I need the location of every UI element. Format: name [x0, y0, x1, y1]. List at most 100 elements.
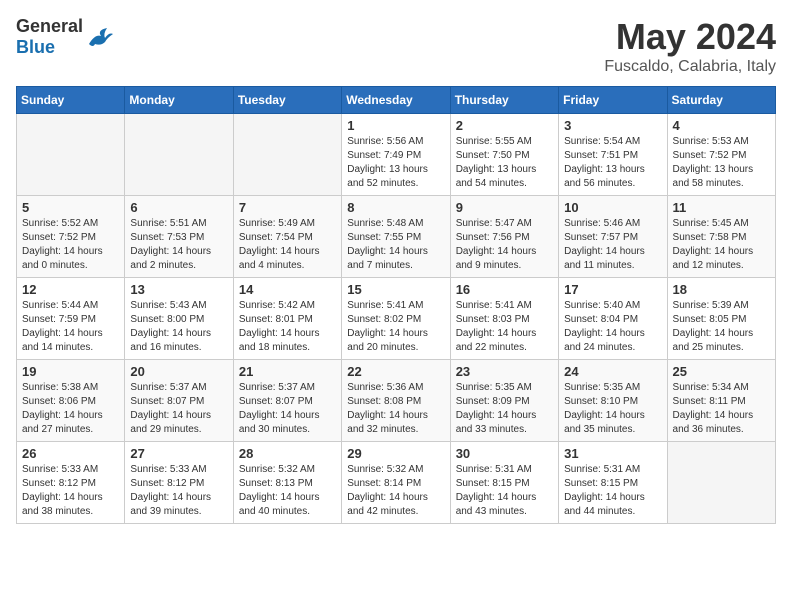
day-info: Sunrise: 5:48 AMSunset: 7:55 PMDaylight:…	[347, 217, 444, 273]
calendar-cell: 18 Sunrise: 5:39 AMSunset: 8:05 PMDayligh…	[667, 278, 775, 360]
day-number: 1	[347, 118, 444, 133]
calendar-week-5: 26Sunrise: 5:33 AMSunset: 8:12 PMDayligh…	[17, 442, 776, 524]
calendar-cell	[233, 114, 341, 196]
day-number: 27	[130, 446, 227, 461]
calendar-cell	[667, 442, 775, 524]
day-number: 20	[130, 364, 227, 379]
day-number: 11	[673, 200, 770, 215]
day-number: 24	[564, 364, 661, 379]
calendar-week-2: 5Sunrise: 5:52 AMSunset: 7:52 PMDaylight…	[17, 196, 776, 278]
day-info: Sunrise: 5:45 AMSunset: 7:58 PMDaylight:…	[673, 217, 770, 273]
day-info: Sunrise: 5:38 AMSunset: 8:06 PMDaylight:…	[22, 381, 119, 437]
calendar-cell: 7 Sunrise: 5:49 AMSunset: 7:54 PMDaylight…	[233, 196, 341, 278]
logo-bird-icon	[87, 26, 115, 48]
month-title: May 2024	[604, 16, 776, 58]
day-info: Sunrise: 5:35 AMSunset: 8:09 PMDaylight:…	[456, 381, 553, 437]
day-info: Sunrise: 5:56 AMSunset: 7:49 PMDaylight:…	[347, 135, 444, 191]
column-header-wednesday: Wednesday	[342, 87, 450, 114]
logo: General Blue	[16, 16, 115, 58]
day-info: Sunrise: 5:51 AMSunset: 7:53 PMDaylight:…	[130, 217, 227, 273]
column-header-saturday: Saturday	[667, 87, 775, 114]
calendar-cell: 16 Sunrise: 5:41 AMSunset: 8:03 PMDayligh…	[450, 278, 558, 360]
column-header-monday: Monday	[125, 87, 233, 114]
calendar-cell: 24 Sunrise: 5:35 AMSunset: 8:10 PMDayligh…	[559, 360, 667, 442]
day-info: Sunrise: 5:49 AMSunset: 7:54 PMDaylight:…	[239, 217, 336, 273]
day-number: 22	[347, 364, 444, 379]
day-number: 31	[564, 446, 661, 461]
day-info: Sunrise: 5:53 AMSunset: 7:52 PMDaylight:…	[673, 135, 770, 191]
day-info: Sunrise: 5:39 AMSunset: 8:05 PMDaylight:…	[673, 299, 770, 355]
calendar-cell: 25 Sunrise: 5:34 AMSunset: 8:11 PMDayligh…	[667, 360, 775, 442]
day-number: 19	[22, 364, 119, 379]
day-number: 28	[239, 446, 336, 461]
page-header: General Blue May 2024 Fuscaldo, Calabria…	[16, 16, 776, 76]
day-number: 21	[239, 364, 336, 379]
calendar-cell: 6 Sunrise: 5:51 AMSunset: 7:53 PMDaylight…	[125, 196, 233, 278]
day-info: Sunrise: 5:37 AMSunset: 8:07 PMDaylight:…	[130, 381, 227, 437]
day-info: Sunrise: 5:31 AMSunset: 8:15 PMDaylight:…	[456, 463, 553, 519]
day-info: Sunrise: 5:46 AMSunset: 7:57 PMDaylight:…	[564, 217, 661, 273]
day-info: Sunrise: 5:31 AMSunset: 8:15 PMDaylight:…	[564, 463, 661, 519]
day-info: Sunrise: 5:52 AMSunset: 7:52 PMDaylight:…	[22, 217, 119, 273]
calendar-cell: 20 Sunrise: 5:37 AMSunset: 8:07 PMDayligh…	[125, 360, 233, 442]
day-number: 26	[22, 446, 119, 461]
day-number: 4	[673, 118, 770, 133]
calendar-cell: 12 Sunrise: 5:44 AMSunset: 7:59 PMDayligh…	[17, 278, 125, 360]
day-number: 16	[456, 282, 553, 297]
day-info: Sunrise: 5:43 AMSunset: 8:00 PMDaylight:…	[130, 299, 227, 355]
calendar-cell: 22 Sunrise: 5:36 AMSunset: 8:08 PMDayligh…	[342, 360, 450, 442]
calendar-cell: 8 Sunrise: 5:48 AMSunset: 7:55 PMDaylight…	[342, 196, 450, 278]
day-number: 7	[239, 200, 336, 215]
calendar-cell: 17Sunrise: 5:40 AMSunset: 8:04 PMDayligh…	[559, 278, 667, 360]
calendar-cell: 13 Sunrise: 5:43 AMSunset: 8:00 PMDayligh…	[125, 278, 233, 360]
day-info: Sunrise: 5:44 AMSunset: 7:59 PMDaylight:…	[22, 299, 119, 355]
day-info: Sunrise: 5:54 AMSunset: 7:51 PMDaylight:…	[564, 135, 661, 191]
day-number: 12	[22, 282, 119, 297]
day-number: 15	[347, 282, 444, 297]
calendar-cell: 29Sunrise: 5:32 AMSunset: 8:14 PMDayligh…	[342, 442, 450, 524]
day-number: 30	[456, 446, 553, 461]
day-info: Sunrise: 5:36 AMSunset: 8:08 PMDaylight:…	[347, 381, 444, 437]
day-number: 23	[456, 364, 553, 379]
calendar-cell: 5Sunrise: 5:52 AMSunset: 7:52 PMDaylight…	[17, 196, 125, 278]
column-header-tuesday: Tuesday	[233, 87, 341, 114]
calendar-cell: 27Sunrise: 5:33 AMSunset: 8:12 PMDayligh…	[125, 442, 233, 524]
calendar-cell: 9Sunrise: 5:47 AMSunset: 7:56 PMDaylight…	[450, 196, 558, 278]
day-number: 8	[347, 200, 444, 215]
day-number: 3	[564, 118, 661, 133]
day-number: 25	[673, 364, 770, 379]
calendar-table: SundayMondayTuesdayWednesdayThursdayFrid…	[16, 86, 776, 524]
calendar-cell: 31 Sunrise: 5:31 AMSunset: 8:15 PMDayligh…	[559, 442, 667, 524]
day-info: Sunrise: 5:47 AMSunset: 7:56 PMDaylight:…	[456, 217, 553, 273]
day-number: 29	[347, 446, 444, 461]
logo-blue: Blue	[16, 37, 55, 57]
day-number: 10	[564, 200, 661, 215]
calendar-cell: 14Sunrise: 5:42 AMSunset: 8:01 PMDayligh…	[233, 278, 341, 360]
location-title: Fuscaldo, Calabria, Italy	[604, 58, 776, 76]
calendar-week-4: 19 Sunrise: 5:38 AMSunset: 8:06 PMDayligh…	[17, 360, 776, 442]
calendar-week-1: 1 Sunrise: 5:56 AMSunset: 7:49 PMDaylight…	[17, 114, 776, 196]
calendar-week-3: 12 Sunrise: 5:44 AMSunset: 7:59 PMDayligh…	[17, 278, 776, 360]
calendar-cell: 3 Sunrise: 5:54 AMSunset: 7:51 PMDaylight…	[559, 114, 667, 196]
title-block: May 2024 Fuscaldo, Calabria, Italy	[604, 16, 776, 76]
calendar-cell	[125, 114, 233, 196]
day-number: 2	[456, 118, 553, 133]
calendar-cell: 21Sunrise: 5:37 AMSunset: 8:07 PMDayligh…	[233, 360, 341, 442]
calendar-cell: 19 Sunrise: 5:38 AMSunset: 8:06 PMDayligh…	[17, 360, 125, 442]
calendar-cell: 1 Sunrise: 5:56 AMSunset: 7:49 PMDaylight…	[342, 114, 450, 196]
day-number: 18	[673, 282, 770, 297]
calendar-header-row: SundayMondayTuesdayWednesdayThursdayFrid…	[17, 87, 776, 114]
calendar-cell: 26Sunrise: 5:33 AMSunset: 8:12 PMDayligh…	[17, 442, 125, 524]
day-number: 13	[130, 282, 227, 297]
day-info: Sunrise: 5:41 AMSunset: 8:03 PMDaylight:…	[456, 299, 553, 355]
day-number: 17	[564, 282, 661, 297]
column-header-friday: Friday	[559, 87, 667, 114]
day-number: 6	[130, 200, 227, 215]
calendar-cell: 15 Sunrise: 5:41 AMSunset: 8:02 PMDayligh…	[342, 278, 450, 360]
day-info: Sunrise: 5:35 AMSunset: 8:10 PMDaylight:…	[564, 381, 661, 437]
calendar-cell: 28 Sunrise: 5:32 AMSunset: 8:13 PMDayligh…	[233, 442, 341, 524]
day-info: Sunrise: 5:41 AMSunset: 8:02 PMDaylight:…	[347, 299, 444, 355]
calendar-cell: 30 Sunrise: 5:31 AMSunset: 8:15 PMDayligh…	[450, 442, 558, 524]
day-info: Sunrise: 5:34 AMSunset: 8:11 PMDaylight:…	[673, 381, 770, 437]
day-info: Sunrise: 5:32 AMSunset: 8:13 PMDaylight:…	[239, 463, 336, 519]
